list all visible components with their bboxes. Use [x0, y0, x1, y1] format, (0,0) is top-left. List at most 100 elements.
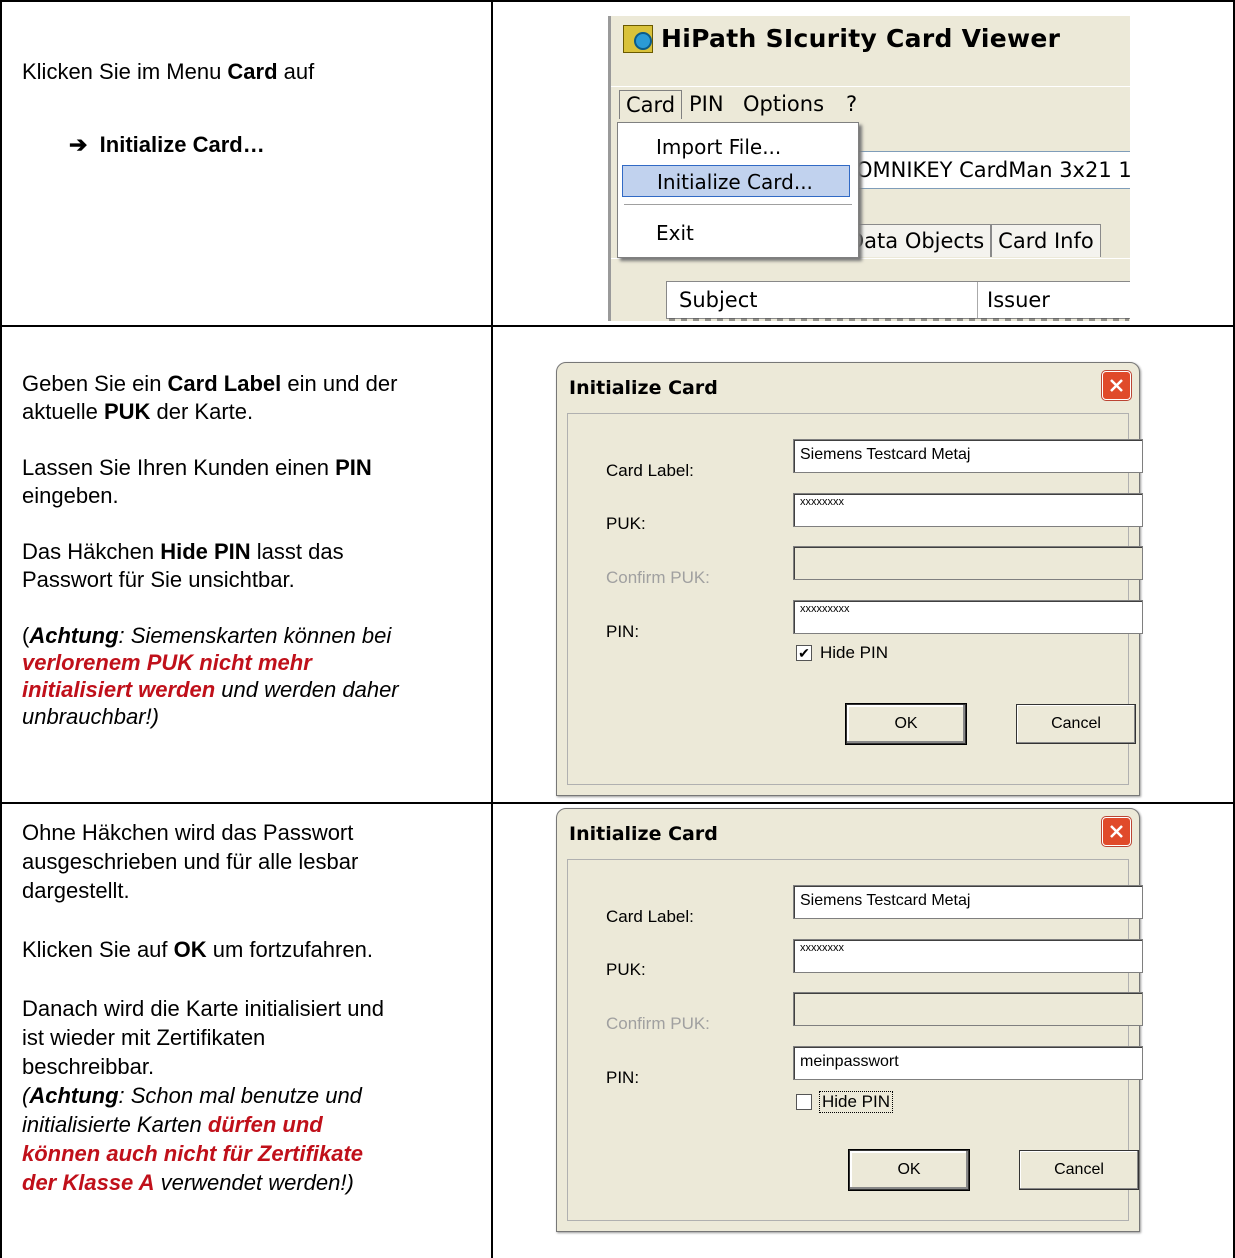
text: Klicken Sie im Menu — [22, 59, 228, 84]
cert-list-row — [669, 318, 1129, 321]
warning-highlight: können auch nicht für Zertifikate — [22, 1141, 364, 1166]
card-viewer-screenshot: HiPath SIcurity Card Viewer Card PIN Opt… — [608, 16, 1130, 321]
tab-data-objects[interactable]: Data Objects — [841, 224, 992, 257]
bold-text: PUK — [103, 399, 151, 424]
app-icon — [623, 24, 653, 53]
pin-label: PIN: — [606, 1068, 640, 1087]
row2-para3: Das Häkchen Hide PIN lasst das Passwort f… — [22, 538, 399, 594]
row1-instructions: Klicken Sie im Menu Card auf ➔ Initializ… — [22, 58, 314, 159]
warning-highlight: der Klasse A — [22, 1170, 155, 1195]
cert-list-header: Subject Issuer — [666, 281, 1130, 319]
viewer-title: HiPath SIcurity Card Viewer — [661, 24, 1061, 53]
hide-pin-checkbox[interactable]: Hide PIN — [796, 1091, 894, 1113]
menu-options[interactable]: Options — [743, 92, 824, 116]
menu-separator — [624, 204, 852, 205]
menu-item-exit[interactable]: Exit — [622, 217, 850, 249]
cancel-button[interactable]: Cancel — [1019, 1150, 1139, 1190]
checkbox-unchecked-icon[interactable] — [796, 1094, 812, 1110]
confirm-puk-label: Confirm PUK: — [606, 1014, 710, 1033]
arrow-icon: ➔ — [69, 132, 88, 157]
menu-item-import-file[interactable]: Import File... — [622, 131, 850, 163]
column-separator — [977, 282, 978, 318]
row3-para3: Danach wird die Karte initialisiert und i… — [22, 994, 384, 1081]
pin-field[interactable]: xxxxxxxxx — [793, 600, 1143, 634]
warning-highlight: verlorenem PUK nicht mehr — [22, 650, 312, 675]
dialog-title: Initialize Card — [569, 823, 718, 845]
confirm-puk-field — [793, 992, 1143, 1026]
menu-card[interactable]: Card — [619, 90, 683, 119]
puk-field[interactable]: xxxxxxxx — [793, 939, 1143, 973]
pin-label: PIN: — [606, 622, 640, 641]
table-border-left — [0, 0, 2, 1258]
warning-highlight: dürfen und — [207, 1112, 323, 1137]
card-menu-dropdown: Import File... Initialize Card... Exit — [617, 122, 859, 258]
cancel-button[interactable]: Cancel — [1016, 704, 1136, 744]
text: Danach wird die Karte initialisiert und — [22, 996, 384, 1021]
initialize-card-dialog-hidden: Initialize Card Card Label: Siemens Test… — [556, 362, 1143, 796]
reader-field[interactable]: OMNIKEY CardMan 3x21 1 — [847, 151, 1130, 189]
row2-warning: (Achtung: Siemenskarten können bei verlor… — [22, 622, 399, 730]
column-subject[interactable]: Subject — [679, 288, 758, 312]
row1-step: ➔ Initialize Card… — [22, 131, 314, 159]
text: beschreibbar. — [22, 1054, 155, 1079]
tab-bar: Data Objects Card Info — [841, 224, 1101, 257]
step-text: Initialize Card… — [99, 132, 265, 157]
bold-text: PIN — [335, 455, 372, 480]
menu-help[interactable]: ? — [846, 92, 857, 116]
card-label-label: Card Label: — [606, 907, 694, 926]
warning-highlight: initialisiert werden — [22, 677, 216, 702]
initialize-card-dialog-visible: Initialize Card Card Label: Siemens Test… — [556, 808, 1143, 1232]
text: aktuelle — [22, 399, 104, 424]
text: : Siemenskarten können bei — [118, 623, 392, 648]
hide-pin-checkbox[interactable]: ✔ Hide PIN — [796, 643, 888, 663]
row2-instructions: Geben Sie ein Card Label ein und der aktu… — [22, 370, 399, 730]
text: Klicken Sie auf — [22, 937, 174, 962]
text: Lassen Sie Ihren Kunden einen — [22, 455, 336, 480]
column-issuer[interactable]: Issuer — [987, 288, 1050, 312]
tab-card-info[interactable]: Card Info — [991, 224, 1101, 257]
card-label-field[interactable]: Siemens Testcard Metaj — [793, 439, 1143, 473]
text: initialisierte Karten — [22, 1112, 208, 1137]
menu-item-initialize-card[interactable]: Initialize Card... — [622, 165, 850, 197]
menu-bar: Card PIN Options ? — [611, 86, 1130, 125]
bold-text: Hide PIN — [160, 539, 251, 564]
close-x-glyph — [1110, 379, 1123, 392]
card-label-label: Card Label: — [606, 461, 694, 480]
text: und werden daher — [215, 677, 399, 702]
puk-label: PUK: — [606, 514, 646, 533]
text: dargestellt. — [22, 878, 130, 903]
row-divider-1 — [0, 325, 1235, 327]
text: eingeben. — [22, 483, 119, 508]
text: Passwort für Sie unsichtbar. — [22, 567, 295, 592]
dialog-body: Card Label: Siemens Testcard Metaj PUK: … — [567, 859, 1143, 1221]
row3-para2: Klicken Sie auf OK um fortzufahren. — [22, 935, 384, 964]
ok-button[interactable]: OK — [848, 1149, 970, 1191]
close-icon[interactable] — [1102, 371, 1131, 400]
dialog-title: Initialize Card — [569, 377, 718, 399]
text: unbrauchbar!) — [22, 704, 159, 729]
pin-field[interactable]: meinpasswort — [793, 1046, 1143, 1080]
text: Ohne Häkchen wird das Passwort — [22, 820, 354, 845]
text: ausgeschrieben und für alle lesbar — [22, 849, 359, 874]
menu-pin[interactable]: PIN — [689, 92, 724, 116]
confirm-puk-label: Confirm PUK: — [606, 568, 710, 587]
bold-text: Card — [227, 59, 278, 84]
viewer-title-bar: HiPath SIcurity Card Viewer — [623, 24, 1060, 53]
close-x-glyph — [1110, 825, 1123, 838]
row2-para1: Geben Sie ein Card Label ein und der aktu… — [22, 370, 399, 426]
bold-text: Card Label — [167, 371, 282, 396]
dialog-body: Card Label: Siemens Testcard Metaj PUK: … — [567, 413, 1143, 785]
column-divider — [491, 0, 493, 1258]
close-icon[interactable] — [1102, 817, 1131, 846]
card-label-field[interactable]: Siemens Testcard Metaj — [793, 885, 1143, 919]
ok-button[interactable]: OK — [845, 703, 967, 745]
hide-pin-label: Hide PIN — [818, 1091, 894, 1113]
text: ist wieder mit Zertifikaten — [22, 1025, 266, 1050]
puk-field[interactable]: xxxxxxxx — [793, 493, 1143, 527]
row3-para1: Ohne Häkchen wird das Passwort ausgeschri… — [22, 818, 384, 905]
row3-instructions: Ohne Häkchen wird das Passwort ausgeschri… — [22, 818, 384, 1197]
hide-pin-label: Hide PIN — [820, 643, 889, 662]
text: um fortzufahren. — [206, 937, 373, 962]
checkbox-checked-icon[interactable]: ✔ — [796, 645, 812, 661]
warning-label: Achtung — [29, 1083, 119, 1108]
